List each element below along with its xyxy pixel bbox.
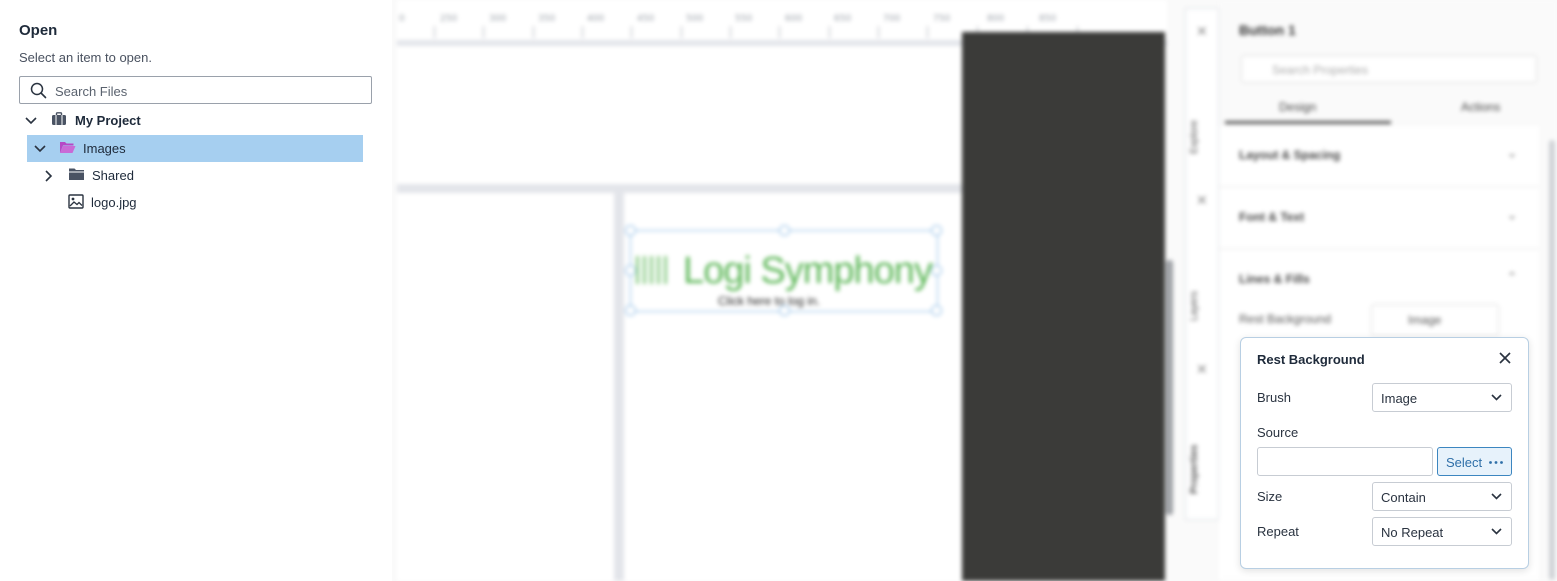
canvas-area[interactable] (397, 46, 962, 186)
popup-title: Rest Background (1257, 352, 1365, 367)
repeat-value: No Repeat (1381, 525, 1444, 540)
rest-background-chip[interactable]: Image (1371, 304, 1499, 336)
brush-label: Brush (1257, 390, 1291, 405)
resize-handle[interactable] (625, 265, 636, 276)
chevron-right-icon[interactable] (42, 169, 56, 182)
tree-item-label: Shared (92, 168, 134, 183)
ruler-label: 250 (440, 14, 458, 24)
size-select[interactable]: Contain (1372, 482, 1512, 511)
resize-handle[interactable] (931, 265, 942, 276)
open-file-panel: Open Select an item to open. My Project … (0, 0, 392, 581)
properties-title: Button 1 (1239, 22, 1296, 38)
tree-item-logo-jpg[interactable]: logo.jpg (68, 189, 362, 216)
ruler-label: 650 (834, 14, 852, 24)
close-icon[interactable]: ✕ (1196, 23, 1208, 40)
ruler-label: 750 (933, 14, 951, 24)
canvas-divider (397, 184, 962, 193)
resize-handle[interactable] (625, 305, 636, 316)
tree-item-label: My Project (75, 113, 141, 128)
image-file-icon (68, 193, 84, 212)
ruler-label: 500 (686, 14, 704, 24)
tab-actions[interactable]: Actions (1461, 100, 1500, 114)
chevron-down-icon (1491, 493, 1502, 500)
active-tab-indicator (1225, 121, 1391, 124)
source-label: Source (1257, 425, 1299, 440)
ruler-label: 450 (637, 14, 655, 24)
canvas-divider (614, 193, 624, 581)
ruler-label: 850 (1039, 14, 1057, 24)
resize-handle[interactable] (931, 225, 942, 236)
resize-handle[interactable] (625, 225, 636, 236)
tree-item-shared[interactable]: Shared (42, 162, 362, 189)
chevron-down-icon[interactable] (24, 116, 38, 125)
repeat-select[interactable]: No Repeat (1372, 517, 1512, 546)
search-files-input[interactable] (53, 80, 357, 102)
tab-design[interactable]: Design (1279, 100, 1316, 114)
dark-pane (962, 32, 1165, 581)
close-icon[interactable]: ✕ (1196, 361, 1208, 378)
close-icon[interactable] (1498, 351, 1512, 370)
ruler-label: 400 (587, 14, 605, 24)
tab-explore[interactable]: Explore (1189, 94, 1215, 154)
ruler-label: 0 (399, 14, 405, 24)
tree-item-label: logo.jpg (91, 195, 137, 210)
search-files-field[interactable] (19, 76, 372, 104)
folder-icon (68, 167, 85, 184)
ruler-label: 350 (538, 14, 556, 24)
more-dots-icon (1489, 461, 1503, 464)
section-font-text[interactable]: Font & Text ⌄ (1219, 188, 1539, 249)
briefcase-icon (51, 112, 67, 129)
tree-item-my-project[interactable]: My Project (24, 107, 364, 134)
repeat-label: Repeat (1257, 524, 1299, 539)
ruler-label: 550 (735, 14, 753, 24)
tab-layers[interactable]: Layers (1189, 271, 1215, 321)
chevron-down-icon[interactable] (33, 144, 47, 153)
brush-select[interactable]: Image (1372, 383, 1512, 412)
close-icon[interactable]: ✕ (1196, 192, 1208, 209)
resize-handle[interactable] (931, 305, 942, 316)
ruler-label: 800 (987, 14, 1005, 24)
chevron-down-icon (1491, 394, 1502, 401)
ruler-label: 600 (785, 14, 803, 24)
rest-background-label: Rest Background (1239, 312, 1332, 326)
ruler-label: 700 (883, 14, 901, 24)
size-value: Contain (1381, 490, 1426, 505)
brush-value: Image (1381, 391, 1418, 406)
properties-search-input[interactable]: Search Properties (1241, 55, 1537, 83)
properties-scrollbar[interactable] (1549, 140, 1555, 580)
resize-handle[interactable] (779, 225, 790, 236)
tab-properties[interactable]: Properties (1189, 414, 1215, 494)
select-button-label: Select (1446, 455, 1483, 470)
rest-background-popup: Rest Background Brush Image Source Selec… (1240, 337, 1529, 569)
panel-subtitle: Select an item to open. (19, 50, 152, 65)
search-icon (30, 82, 47, 104)
resize-handle[interactable] (779, 305, 790, 316)
panel-title: Open (19, 22, 58, 39)
section-layout-spacing[interactable]: Layout & Spacing ⌄ (1219, 126, 1539, 187)
selected-button-frame[interactable] (630, 230, 938, 312)
tree-item-images[interactable]: Images (27, 135, 363, 162)
side-tabstrip: ✕ Explore ✕ Layers ✕ Properties (1185, 8, 1219, 520)
chevron-down-icon (1491, 528, 1502, 535)
canvas-area[interactable] (397, 193, 615, 581)
select-source-button[interactable]: Select (1437, 447, 1512, 476)
ruler-label: 300 (489, 14, 507, 24)
folder-open-icon (59, 140, 76, 157)
size-label: Size (1257, 489, 1283, 504)
tree-item-label: Images (83, 141, 126, 156)
vertical-scrollbar[interactable] (1166, 260, 1173, 515)
source-input[interactable] (1257, 447, 1433, 476)
